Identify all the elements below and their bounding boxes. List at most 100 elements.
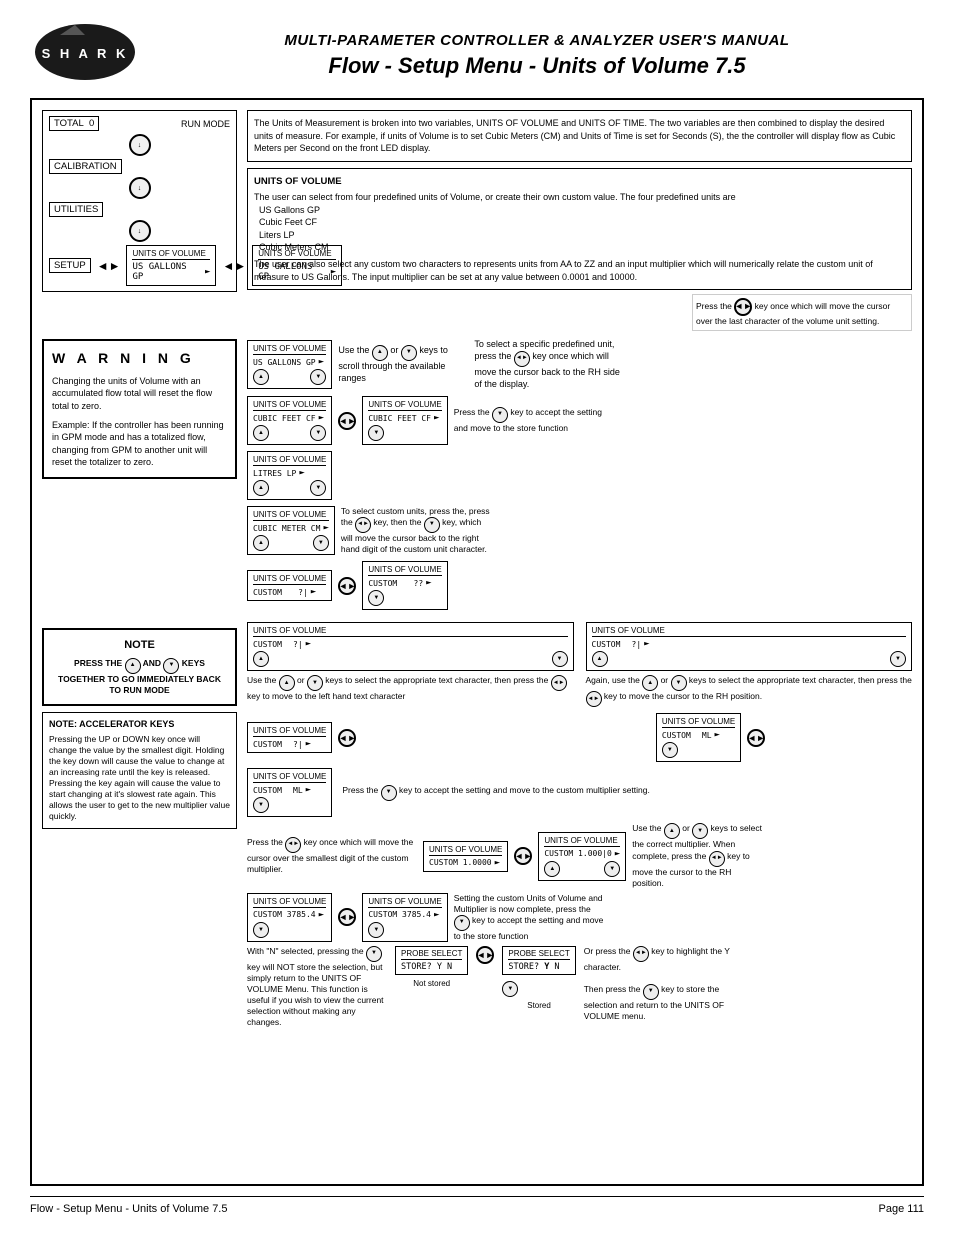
- desc-select-custom: To select custom units, press the, press…: [341, 506, 491, 555]
- down-icon-n[interactable]: ▼: [366, 946, 382, 962]
- lcd-lp: UNITS OF VOLUME LITRES LP► ▲ ▼: [247, 451, 332, 500]
- down-icon-store[interactable]: ▼: [643, 984, 659, 1000]
- desc-use-updown-mult: Use the ▲ or ▼ keys to select the correc…: [632, 823, 762, 888]
- down-icon-c[interactable]: ▼: [307, 675, 323, 691]
- right-key-ml2[interactable]: ◄►: [747, 729, 765, 747]
- up-btn-3[interactable]: ▲: [253, 480, 269, 496]
- main-title: MULTI-PARAMETER CONTROLLER & ANALYZER US…: [150, 32, 924, 49]
- right-icon-y[interactable]: ◄►: [633, 946, 649, 962]
- utilities-box: UTILITIES: [49, 202, 103, 217]
- desc-press-right-mult: Press the ◄► key once which will move th…: [247, 837, 417, 875]
- down-btn-1000[interactable]: ▼: [604, 861, 620, 877]
- nav-total: TOTAL 0 RUN MODE: [49, 115, 230, 132]
- page-footer: Flow - Setup Menu - Units of Volume 7.5 …: [30, 1196, 924, 1215]
- down-icon-mult[interactable]: ▼: [692, 823, 708, 839]
- down-icon-2[interactable]: ▼: [492, 407, 508, 423]
- up-icon-r[interactable]: ▲: [642, 675, 658, 691]
- row-cubicfeet: UNITS OF VOLUME CUBIC FEET CF► ▲ ▼ ◄► UN…: [247, 396, 912, 445]
- custom-ml-section: UNITS OF VOLUME CUSTOM ?|► ◄► UNITS OF V…: [247, 713, 912, 817]
- row-litres: UNITS OF VOLUME LITRES LP► ▲ ▼: [247, 451, 912, 500]
- units-vol-box: UNITS OF VOLUME The user can select from…: [247, 168, 912, 290]
- right-key-1000[interactable]: ◄►: [514, 847, 532, 865]
- calibration-box: CALIBRATION: [49, 159, 122, 174]
- right-key-probe[interactable]: ◄►: [476, 946, 494, 964]
- lcd-custom-up2: UNITS OF VOLUME CUSTOM ?|► ▲ ▼: [586, 622, 913, 671]
- sub-title: Flow - Setup Menu - Units of Volume 7.5: [150, 53, 924, 79]
- total-box: TOTAL 0: [49, 116, 99, 131]
- probe-store-section: With "N" selected, pressing the ▼ key wi…: [247, 946, 912, 1028]
- row-custom-q: UNITS OF VOLUME CUSTOM ?|► ◄► UNITS OF V…: [247, 561, 912, 610]
- right-key-37854[interactable]: ◄►: [338, 908, 356, 926]
- down-btn-c2[interactable]: ▼: [890, 651, 906, 667]
- right-key-2[interactable]: ◄►: [338, 412, 356, 430]
- down-key-1[interactable]: ↓: [129, 134, 151, 156]
- row-usgallons: UNITS OF VOLUME US GALLONS GP► ▲ ▼ Use t…: [247, 339, 912, 390]
- right-key-ml[interactable]: ◄►: [338, 729, 356, 747]
- down-btn-4[interactable]: ▼: [313, 535, 329, 551]
- units-heading: UNITS OF VOLUME: [254, 175, 905, 188]
- up-btn-1000[interactable]: ▲: [544, 861, 560, 877]
- main-content: TOTAL 0 RUN MODE ↓ CALIBRATION ↓ UTILI: [30, 98, 924, 1186]
- custom-right-group: UNITS OF VOLUME CUSTOM ?|► ▲ ▼ Again, us…: [586, 622, 913, 707]
- probe-box-1: PROBE SELECT STORE? Y N: [395, 946, 468, 975]
- right-icon-mult2[interactable]: ◄►: [709, 851, 725, 867]
- down-btn-3[interactable]: ▼: [310, 480, 326, 496]
- lcd-custom-37854-1: UNITS OF VOLUME CUSTOM 3785.4► ▼: [247, 893, 332, 942]
- up-btn-c2[interactable]: ▲: [592, 651, 608, 667]
- right-icon-3[interactable]: ◄►: [355, 517, 371, 533]
- left-nav-col: TOTAL 0 RUN MODE ↓ CALIBRATION ↓ UTILI: [42, 110, 237, 331]
- desc-press-down: Press the ▼ key to accept the setting an…: [454, 407, 604, 434]
- up-icon[interactable]: ▲: [372, 345, 388, 361]
- down-key-3[interactable]: ↓: [129, 220, 151, 242]
- lcd-custom-37854-2: UNITS OF VOLUME CUSTOM 3785.4► ▼: [362, 893, 447, 942]
- down-icon-3[interactable]: ▼: [424, 517, 440, 533]
- up-btn-c1[interactable]: ▲: [253, 651, 269, 667]
- down-btn-2b[interactable]: ▼: [368, 425, 384, 441]
- up-btn-4[interactable]: ▲: [253, 535, 269, 551]
- right-icon-c[interactable]: ◄►: [551, 675, 567, 691]
- intro-box: The Units of Measurement is broken into …: [247, 110, 912, 162]
- up-icon-note[interactable]: ▲: [125, 658, 141, 674]
- right-icon-mult[interactable]: ◄►: [285, 837, 301, 853]
- down-btn-2[interactable]: ▼: [310, 425, 326, 441]
- up-icon-c[interactable]: ▲: [279, 675, 295, 691]
- up-btn-2[interactable]: ▲: [253, 425, 269, 441]
- down-icon-ml[interactable]: ▼: [381, 785, 397, 801]
- down-btn-probe[interactable]: ▼: [502, 981, 518, 997]
- warning-title: W A R N I N G: [52, 349, 227, 369]
- footer-right: Page 111: [879, 1203, 924, 1215]
- lcd-custom-up1: UNITS OF VOLUME CUSTOM ?|► ▲ ▼: [247, 622, 574, 671]
- down-btn-c1[interactable]: ▼: [552, 651, 568, 667]
- desc-again-updown: Again, use the ▲ or ▼ keys to select the…: [586, 675, 913, 707]
- header-text: MULTI-PARAMETER CONTROLLER & ANALYZER US…: [150, 32, 924, 79]
- down-btn-ml[interactable]: ▼: [662, 742, 678, 758]
- probe-box-2: PROBE SELECT STORE? Y N: [502, 946, 575, 975]
- down-icon-note[interactable]: ▼: [163, 658, 179, 674]
- up-btn-1[interactable]: ▲: [253, 369, 269, 385]
- down-btn-ml2[interactable]: ▼: [253, 797, 269, 813]
- lcd-custom-ml2: UNITS OF VOLUME CUSTOM ML► ▼: [247, 768, 332, 817]
- desc-press-down-ml: Press the ▼ key to accept the setting an…: [342, 785, 650, 801]
- down-btn-37854[interactable]: ▼: [253, 922, 269, 938]
- down-icon[interactable]: ▼: [401, 345, 417, 361]
- right-icon-2[interactable]: ◄►: [514, 351, 530, 367]
- up-icon-mult[interactable]: ▲: [664, 823, 680, 839]
- down-icon-37854[interactable]: ▼: [454, 915, 470, 931]
- down-btn-1[interactable]: ▼: [310, 369, 326, 385]
- down-key-2[interactable]: ↓: [129, 177, 151, 199]
- warning-text2: Example: If the controller has been runn…: [52, 419, 227, 469]
- row-cubicmeter: UNITS OF VOLUME CUBIC METER CM► ▲ ▼ To s…: [247, 506, 912, 555]
- down-icon-r[interactable]: ▼: [671, 675, 687, 691]
- down-btn-37854b[interactable]: ▼: [368, 922, 384, 938]
- shark-logo: S H A R K: [30, 20, 140, 85]
- lcd-custom-q1: UNITS OF VOLUME CUSTOM ?|►: [247, 570, 332, 601]
- down-btn-5[interactable]: ▼: [368, 590, 384, 606]
- right-key-icon1[interactable]: ◄►: [734, 298, 752, 316]
- warning-text1: Changing the units of Volume with an acc…: [52, 375, 227, 413]
- intro-para1: The Units of Measurement is broken into …: [254, 117, 905, 155]
- desc-with-n: With "N" selected, pressing the ▼ key wi…: [247, 946, 387, 1028]
- setup-nav-box: SETUP: [49, 258, 91, 273]
- logo-area: S H A R K: [30, 20, 150, 90]
- right-icon-r[interactable]: ◄►: [586, 691, 602, 707]
- right-key-5[interactable]: ◄►: [338, 577, 356, 595]
